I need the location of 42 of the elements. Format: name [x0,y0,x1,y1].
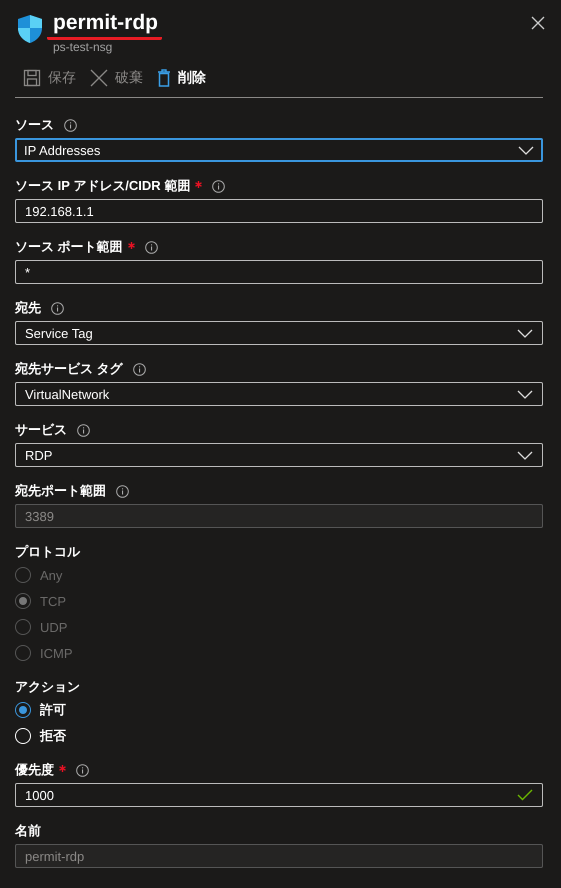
info-icon[interactable] [132,362,146,376]
shield-icon [17,14,43,44]
input-field[interactable]: 1000 [15,783,543,807]
required-icon [128,242,135,248]
info-icon[interactable] [76,764,89,776]
save-icon [23,68,41,86]
dropdown-field[interactable]: RDP [15,443,543,467]
chevron-down-icon [517,390,533,398]
field-label: 宛先 [15,299,41,317]
dropdown-field[interactable]: IP Addresses [15,138,543,162]
dropdown-field[interactable]: Service Tag [15,321,543,345]
info-icon[interactable] [144,240,158,254]
field-label: サービス [15,421,67,439]
chevron-down-icon [517,450,533,460]
field-label: ソース IP アドレス/CIDR 範囲 [15,177,190,195]
trash-icon [157,68,171,86]
info-icon[interactable] [212,180,226,192]
radio-option[interactable]: 拒否 [15,726,66,746]
field-label: 宛先ポート範囲 [15,482,106,500]
delete-button[interactable]: 削除 [157,68,206,86]
close-icon [531,16,545,30]
field-label: アクション [15,678,80,696]
field-label: 優先度 [15,761,54,779]
input-field[interactable]: 192.168.1.1 [15,199,543,223]
panel-title: permit-rdp [47,10,162,40]
chevron-down-icon [518,146,534,154]
field-label: プロトコル [15,543,80,561]
info-icon[interactable] [64,118,77,132]
field-label: 宛先サービス タグ [15,360,123,378]
info-icon[interactable] [77,424,90,436]
radio-option[interactable]: 許可 [15,700,66,720]
required-icon [195,180,202,188]
info-icon[interactable] [51,302,64,314]
panel-subtitle: ps-test-nsg [53,40,114,54]
dropdown-field[interactable]: VirtualNetwork [15,382,543,406]
field-label: ソース ポート範囲 [15,238,123,256]
field-label: 名前 [15,822,41,840]
required-icon [59,764,66,772]
input-field[interactable]: * [15,260,543,284]
chevron-down-icon [517,328,533,338]
close-icon [90,68,108,86]
field-label: ソース [15,116,54,134]
